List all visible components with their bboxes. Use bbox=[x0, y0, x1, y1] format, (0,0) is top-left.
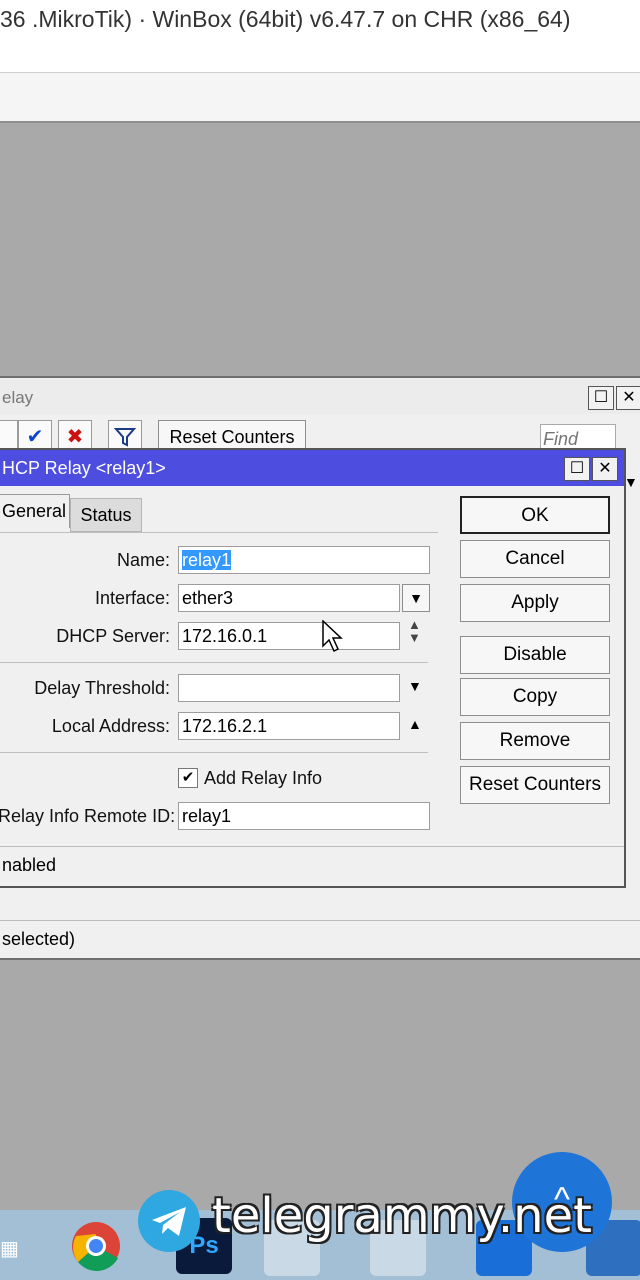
dhcp-server-field[interactable]: 172.16.0.1 bbox=[178, 622, 400, 650]
add-relay-info-label: Add Relay Info bbox=[204, 768, 323, 788]
relay-list-title: elay bbox=[2, 388, 34, 407]
telegram-icon bbox=[138, 1190, 200, 1252]
expand-down-icon[interactable]: ▼ bbox=[408, 678, 422, 694]
ok-button[interactable]: OK bbox=[460, 496, 610, 534]
relay-info-remote-id-label: Relay Info Remote ID: bbox=[0, 806, 176, 826]
start-grid-icon[interactable]: ▦ bbox=[0, 1236, 19, 1261]
delay-threshold-field[interactable] bbox=[178, 674, 400, 702]
chrome-icon[interactable] bbox=[68, 1218, 124, 1274]
local-address-label: Local Address: bbox=[51, 716, 170, 736]
watermark: telegrammy.net bbox=[212, 1188, 592, 1244]
dropdown-arrow-icon[interactable]: ▼ bbox=[402, 584, 430, 612]
dhcp-relay-dialog: HCP Relay <relay1> ☐ ✕ General Status Na… bbox=[0, 448, 626, 888]
delay-threshold-label: Delay Threshold: bbox=[34, 678, 170, 698]
relay-info-remote-id-field[interactable]: relay1 bbox=[178, 802, 430, 830]
title-bar: 36 .MikroTik) · WinBox (64bit) v6.47.7 o… bbox=[0, 0, 640, 73]
selection-status: selected) bbox=[2, 929, 76, 949]
relay-list-title-bar: elay ☐ ✕ bbox=[0, 378, 640, 414]
window-title: 36 .MikroTik) · WinBox (64bit) v6.47.7 o… bbox=[0, 6, 571, 32]
close-icon[interactable]: ✕ bbox=[592, 457, 618, 481]
menu-bar bbox=[0, 73, 640, 123]
add-relay-info-checkbox[interactable]: ✔ bbox=[178, 768, 198, 788]
remove-button[interactable]: Remove bbox=[460, 722, 610, 760]
local-address-field[interactable]: 172.16.2.1 bbox=[178, 712, 400, 740]
copy-button[interactable]: Copy bbox=[460, 678, 610, 716]
name-field[interactable]: relay1 bbox=[178, 546, 430, 574]
dialog-status: nabled bbox=[2, 855, 57, 875]
dialog-title: HCP Relay <relay1> bbox=[2, 458, 166, 478]
close-icon[interactable]: ✕ bbox=[616, 386, 640, 410]
dialog-status-bar: nabled bbox=[0, 846, 624, 885]
maximize-icon[interactable]: ☐ bbox=[564, 457, 590, 481]
interface-select[interactable]: ether3 bbox=[178, 584, 400, 612]
mouse-cursor-icon bbox=[322, 620, 343, 653]
chevron-down-icon[interactable]: ▼ bbox=[624, 474, 638, 490]
apply-button[interactable]: Apply bbox=[460, 584, 610, 622]
relay-list-status-bar: selected) bbox=[0, 920, 640, 957]
maximize-icon[interactable]: ☐ bbox=[588, 386, 614, 410]
tab-divider bbox=[0, 532, 438, 533]
collapse-up-icon[interactable]: ▲ bbox=[408, 716, 422, 732]
name-label: Name: bbox=[116, 550, 170, 570]
cancel-button[interactable]: Cancel bbox=[460, 540, 610, 578]
dhcp-server-label: DHCP Server: bbox=[56, 626, 170, 646]
tab-general[interactable]: General bbox=[0, 494, 70, 528]
tab-status[interactable]: Status bbox=[70, 498, 142, 532]
up-down-arrows-icon[interactable]: ▲ ▼ bbox=[408, 618, 421, 644]
form-divider bbox=[0, 752, 428, 753]
disable-button[interactable]: Disable bbox=[460, 636, 610, 674]
interface-label: Interface: bbox=[94, 588, 170, 608]
form-divider bbox=[0, 662, 428, 663]
dialog-title-bar: HCP Relay <relay1> ☐ ✕ bbox=[0, 450, 624, 486]
reset-counters-button[interactable]: Reset Counters bbox=[460, 766, 610, 804]
name-value: relay1 bbox=[182, 550, 232, 570]
